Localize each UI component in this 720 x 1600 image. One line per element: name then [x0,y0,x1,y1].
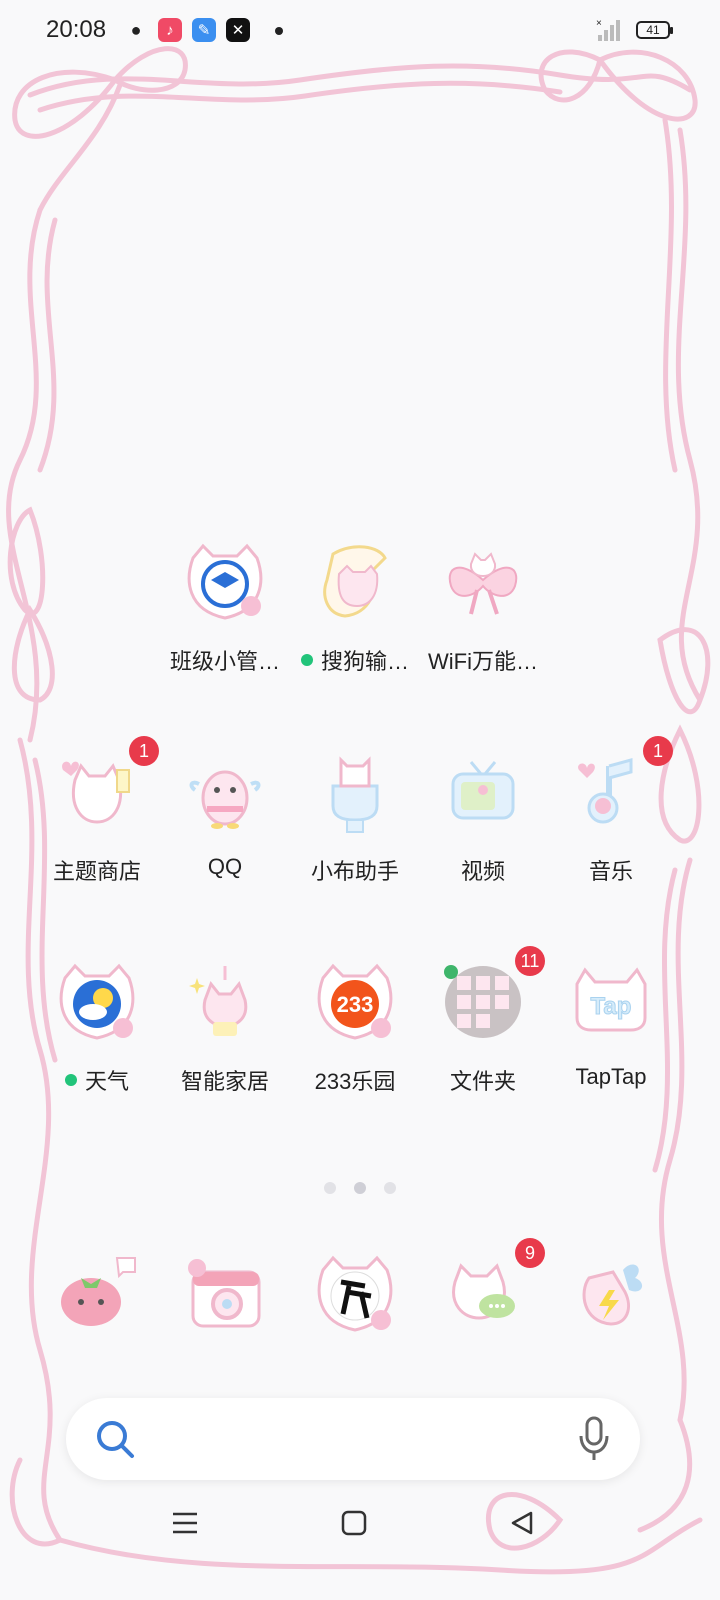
home-button[interactable] [341,1510,367,1541]
battery-indicator: 41 [636,21,673,39]
more-notifications-dot [275,27,283,35]
app-label: 智能家居 [180,1069,269,1094]
notification-badge: 9 [515,1238,545,1268]
app-label: WiFi万能… [428,649,538,674]
notification-badge: 1 [643,736,673,766]
app-label: 班级小管… [169,649,280,674]
class-manager-app-icon [183,540,267,624]
recent-apps-button[interactable] [172,1510,198,1541]
page-dot [324,1182,336,1194]
game-app-icon [313,1252,397,1336]
navigation-bar [0,1500,720,1560]
theme-store-app-icon: 1 [55,736,159,834]
messages-app-icon: 9 [441,1238,545,1336]
smart-home-app-icon [183,960,267,1044]
search-icon [97,1421,134,1458]
app-label: 音乐 [588,859,633,884]
app-music[interactable]: 1 音乐 [546,736,676,886]
taptap-app-icon: Tap [569,960,653,1044]
wifi-master-app-icon [441,540,525,624]
music-icon: ♪ [158,18,182,42]
app-233-park[interactable]: 233 233乐园 [290,960,420,1096]
app-video[interactable]: 视频 [418,750,548,886]
search-bar[interactable] [66,1398,640,1480]
wechat-icon: ● [130,19,142,40]
tomato-app-icon [55,1252,139,1336]
app-weather[interactable]: 天气 [32,960,162,1096]
status-bar: 20:08 ● ♪ ✎ ✕ × 41 [0,0,720,64]
dock-app-bolt[interactable] [546,1252,676,1336]
app-label: 233乐园 [314,1069,396,1094]
status-time: 20:08 [46,16,107,43]
app-breeno-assistant[interactable]: 小布助手 [290,750,420,886]
svg-text:×: × [596,18,602,29]
microphone-icon[interactable] [578,1416,610,1462]
update-dot [64,1074,77,1086]
app-label: 搜狗输… [290,644,420,676]
capcut-icon: ✕ [226,18,250,42]
home-square-icon [341,1510,367,1536]
taptap-icon-text: Tap [591,993,632,1020]
dock-app-tomato[interactable] [32,1252,162,1336]
back-triangle-icon [511,1511,533,1535]
233-icon-text: 233 [337,992,374,1017]
app-theme-store[interactable]: 1 主题商店 [32,736,162,886]
dock-app-messages[interactable]: 9 [418,1238,548,1336]
notification-badge: 1 [129,736,159,766]
page-indicator[interactable] [0,1182,720,1194]
app-class-manager[interactable]: 班级小管… [160,540,290,676]
app-wifi-master[interactable]: WiFi万能… [418,540,548,676]
app-label: 天气 [32,1064,162,1096]
app-label: 视频 [460,859,505,884]
app-label: 主题商店 [52,859,141,884]
menu-icon [173,1512,197,1534]
video-app-icon [441,750,525,834]
app-label: QQ [207,854,243,879]
notification-badge: 11 [515,946,545,976]
bolt-app-icon [569,1252,653,1336]
back-button[interactable] [509,1510,535,1541]
233-park-app-icon: 233 [313,960,397,1044]
qq-app-icon [183,750,267,834]
music-app-icon: 1 [569,736,673,834]
camera-app-icon [183,1252,267,1336]
weather-app-icon [55,960,139,1044]
breeno-assistant-app-icon [313,750,397,834]
folder-app-icon: 11 [441,946,545,1044]
update-dot [300,654,313,666]
page-dot [384,1182,396,1194]
feather-icon: ✎ [192,18,216,42]
app-label: 小布助手 [310,859,399,884]
dock-app-game[interactable] [290,1252,420,1336]
app-label: TapTap [575,1064,647,1089]
app-smart-home[interactable]: 智能家居 [160,960,290,1096]
dock-app-camera[interactable] [160,1252,290,1336]
signal-icon: × [596,18,620,41]
app-label: 文件夹 [449,1069,516,1094]
app-qq[interactable]: QQ [160,750,290,880]
page-dot-active [354,1182,366,1194]
app-taptap[interactable]: Tap TapTap [546,960,676,1090]
app-folder[interactable]: 11 文件夹 [418,946,548,1096]
app-sogou-input[interactable]: 搜狗输… [290,540,420,676]
sogou-input-app-icon [313,540,397,624]
